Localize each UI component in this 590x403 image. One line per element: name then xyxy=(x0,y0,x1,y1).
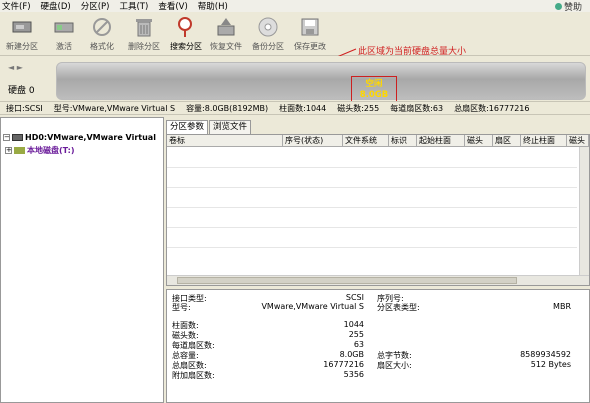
disc-icon xyxy=(258,17,278,37)
disk-tree-panel: − HD0:VMware,VMware Virtual + 本地磁盘(T:) xyxy=(0,117,164,403)
menu-partition[interactable]: 分区(P) xyxy=(81,0,110,12)
disk-bar: ◄ ► 硬盘 0 空闲 8.0GB xyxy=(0,56,590,104)
row-divider xyxy=(167,227,577,228)
info-total-sectors: 总扇区数:16777216 xyxy=(454,103,530,113)
row-divider xyxy=(167,247,577,248)
detail-total-sectors-value: 16777216 xyxy=(323,360,364,369)
info-spt: 每道扇区数:63 xyxy=(390,103,444,113)
disk-nav-arrows[interactable]: ◄ ► xyxy=(8,63,23,72)
search-partition-label: 搜索分区 xyxy=(170,42,202,51)
info-capacity: 容量:8.0GB(8192MB) xyxy=(186,103,269,113)
backup-partition-button[interactable]: 备份分区 xyxy=(248,14,288,54)
detail-extra-sectors-value: 5356 xyxy=(343,370,364,379)
detail-partition-table-value: MBR xyxy=(553,302,571,311)
sponsor-icon xyxy=(554,3,562,10)
detail-sector-size-label: 扇区大小: xyxy=(377,361,412,370)
detail-capacity-value: 8.0GB xyxy=(339,350,364,359)
detail-cylinders-value: 1044 xyxy=(343,320,364,329)
tree-item-local-disk-label: 本地磁盘(T:) xyxy=(27,146,75,155)
menu-tools[interactable]: 工具(T) xyxy=(119,0,148,12)
menu-help[interactable]: 帮助(H) xyxy=(198,0,228,12)
detail-extra-sectors-label: 附加扇区数: xyxy=(172,371,215,380)
search-icon xyxy=(178,17,192,37)
partition-icon xyxy=(14,147,25,154)
disk-label: 硬盘 0 xyxy=(8,86,35,96)
detail-heads-value: 255 xyxy=(348,330,364,339)
partition-table: 卷标 序号(状态) 文件系统 标识 起始柱面 磁头 扇区 终止柱面 磁头 xyxy=(166,134,590,286)
row-divider xyxy=(167,167,577,168)
info-heads: 磁头数:255 xyxy=(337,103,380,113)
tab-bar: 分区参数 浏览文件 xyxy=(166,120,252,134)
toolbar: 新建分区 激活 格式化 删除分区 搜索分区 恢复文件 备份分区 保存更改 xyxy=(0,12,590,56)
free-space-block[interactable]: 空闲 8.0GB xyxy=(351,76,397,104)
recover-files-icon xyxy=(217,18,235,36)
activate-icon xyxy=(54,22,74,33)
col-volume-label[interactable]: 卷标 xyxy=(167,135,283,147)
new-partition-icon xyxy=(12,21,32,33)
detail-model-value: VMware,VMware Virtual S xyxy=(261,302,364,311)
detail-interface-type-value: SCSI xyxy=(345,293,364,302)
detail-model-label: 型号: xyxy=(172,303,191,312)
menu-disk[interactable]: 硬盘(D) xyxy=(41,0,71,12)
save-changes-button[interactable]: 保存更改 xyxy=(290,14,330,54)
search-partition-button[interactable]: 搜索分区 xyxy=(166,14,206,54)
collapse-icon[interactable]: − xyxy=(3,134,10,141)
col-index-status[interactable]: 序号(状态) xyxy=(283,135,343,147)
info-model: 型号:VMware,VMware Virtual S xyxy=(53,103,176,113)
tab-browse-files[interactable]: 浏览文件 xyxy=(209,120,252,134)
disk-info-line: 接口:SCSI 型号:VMware,VMware Virtual S 容量:8.… xyxy=(0,101,590,115)
disk-details: 接口类型: SCSI 型号: VMware,VMware Virtual S 序… xyxy=(166,289,590,403)
menu-file[interactable]: 文件(F) xyxy=(2,0,31,12)
scroll-thumb[interactable] xyxy=(177,277,517,284)
row-divider xyxy=(167,187,577,188)
save-icon xyxy=(301,18,319,36)
table-header: 卷标 序号(状态) 文件系统 标识 起始柱面 磁头 扇区 终止柱面 磁头 xyxy=(167,135,589,147)
vertical-scrollbar[interactable] xyxy=(579,147,589,275)
tree-item-local-disk[interactable]: + 本地磁盘(T:) xyxy=(5,145,75,156)
detail-spt-value: 63 xyxy=(353,340,364,349)
save-changes-label: 保存更改 xyxy=(294,42,326,51)
info-cylinders: 柱面数:1044 xyxy=(279,103,327,113)
recover-files-label: 恢复文件 xyxy=(210,42,242,51)
delete-partition-button[interactable]: 删除分区 xyxy=(124,14,164,54)
new-partition-label: 新建分区 xyxy=(6,42,38,51)
col-end-cylinder[interactable]: 终止柱面 xyxy=(521,135,567,147)
info-interface: 接口:SCSI xyxy=(6,103,43,113)
recover-files-button[interactable]: 恢复文件 xyxy=(206,14,246,54)
horizontal-scrollbar[interactable] xyxy=(167,275,589,285)
menu-view[interactable]: 查看(V) xyxy=(158,0,187,12)
activate-label: 激活 xyxy=(56,42,72,51)
expand-icon[interactable]: + xyxy=(5,147,12,154)
row-divider xyxy=(167,207,577,208)
free-space-size: 8.0GB xyxy=(359,90,389,100)
new-partition-button[interactable]: 新建分区 xyxy=(2,14,42,54)
col-start-sector[interactable]: 扇区 xyxy=(493,135,521,147)
tree-item-hd0-label: HD0:VMware,VMware Virtual xyxy=(25,133,156,142)
detail-partition-table-label: 分区表类型: xyxy=(377,303,420,312)
col-filesystem[interactable]: 文件系统 xyxy=(343,135,389,147)
menu-bar: 文件(F) 硬盘(D) 分区(P) 工具(T) 查看(V) 帮助(H) 赞助 xyxy=(0,0,590,13)
format-button[interactable]: 格式化 xyxy=(82,14,122,54)
detail-sector-size-value: 512 Bytes xyxy=(530,360,571,369)
delete-partition-label: 删除分区 xyxy=(128,42,160,51)
col-id[interactable]: 标识 xyxy=(389,135,417,147)
format-icon xyxy=(93,18,111,36)
col-start-head[interactable]: 磁头 xyxy=(465,135,493,147)
activate-button[interactable]: 激活 xyxy=(44,14,84,54)
hard-disk-icon xyxy=(12,134,23,141)
col-end-head[interactable]: 磁头 xyxy=(567,135,589,147)
col-start-cylinder[interactable]: 起始柱面 xyxy=(417,135,465,147)
disk-map[interactable]: 空闲 8.0GB xyxy=(56,62,586,104)
tree-item-hd0[interactable]: − HD0:VMware,VMware Virtual xyxy=(3,133,156,142)
tab-partition-params[interactable]: 分区参数 xyxy=(166,120,209,134)
format-label: 格式化 xyxy=(90,42,114,51)
detail-total-bytes-value: 8589934592 xyxy=(520,350,571,359)
partition-panel: 分区参数 浏览文件 卷标 序号(状态) 文件系统 标识 起始柱面 磁头 扇区 终… xyxy=(166,117,590,403)
trash-icon xyxy=(136,19,152,37)
free-space-label: 空闲 xyxy=(365,79,383,89)
backup-partition-label: 备份分区 xyxy=(252,42,284,51)
